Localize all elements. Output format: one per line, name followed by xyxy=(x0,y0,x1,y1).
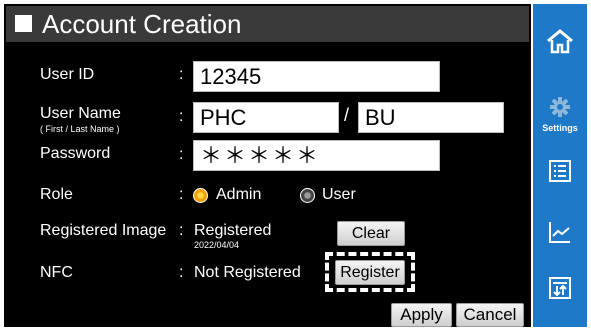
registered-image-date: 2022/04/04 xyxy=(194,240,240,250)
settings-label: Settings xyxy=(542,123,578,133)
colon: : xyxy=(179,264,184,281)
last-name-input[interactable]: BU xyxy=(358,102,504,133)
page-title: Account Creation xyxy=(42,9,242,39)
clear-button[interactable]: Clear xyxy=(337,221,405,246)
colon: : xyxy=(179,66,184,83)
apply-button[interactable]: Apply xyxy=(391,303,452,327)
sidebar-item-list[interactable] xyxy=(533,159,587,188)
screen: Account Creation User ID : 12345 User Na… xyxy=(0,0,591,331)
registered-image-status: Registered xyxy=(194,222,272,239)
password-input[interactable]: ＊＊＊＊＊ xyxy=(193,140,440,171)
register-button[interactable]: Register xyxy=(335,260,405,285)
role-label: Role xyxy=(40,186,73,203)
sidebar: Settings xyxy=(533,4,587,327)
colon: : xyxy=(179,186,184,203)
user-id-input[interactable]: 12345 xyxy=(193,61,440,92)
user-radio-label[interactable]: User xyxy=(322,186,356,204)
list-icon xyxy=(549,160,571,182)
title-square-icon xyxy=(15,15,32,32)
user-radio[interactable] xyxy=(300,188,315,203)
colon: : xyxy=(179,222,184,239)
password-label: Password xyxy=(40,145,111,162)
line-chart-icon xyxy=(549,222,570,243)
nfc-status: Not Registered xyxy=(194,264,301,281)
name-separator: / xyxy=(344,105,350,125)
admin-radio[interactable] xyxy=(193,188,208,203)
gear-icon xyxy=(550,97,570,117)
user-name-sublabel: ( First / Last Name ) xyxy=(40,124,120,134)
colon: : xyxy=(179,146,184,163)
sort-icon xyxy=(549,277,571,299)
registered-image-label: Registered Image xyxy=(40,222,167,239)
title-bar: Account Creation xyxy=(6,6,529,42)
nfc-label: NFC xyxy=(40,264,73,281)
cancel-button[interactable]: Cancel xyxy=(456,303,524,327)
first-name-input[interactable]: PHC xyxy=(193,102,339,133)
colon: : xyxy=(179,108,184,125)
user-id-label: User ID xyxy=(40,66,95,83)
user-name-label: User Name xyxy=(40,105,121,122)
admin-radio-label[interactable]: Admin xyxy=(216,186,261,204)
sidebar-item-settings[interactable]: Settings xyxy=(533,96,587,133)
home-icon xyxy=(547,29,573,54)
sidebar-item-chart[interactable] xyxy=(533,220,587,249)
sidebar-item-sort[interactable] xyxy=(533,276,587,305)
sidebar-item-home[interactable] xyxy=(533,28,587,59)
